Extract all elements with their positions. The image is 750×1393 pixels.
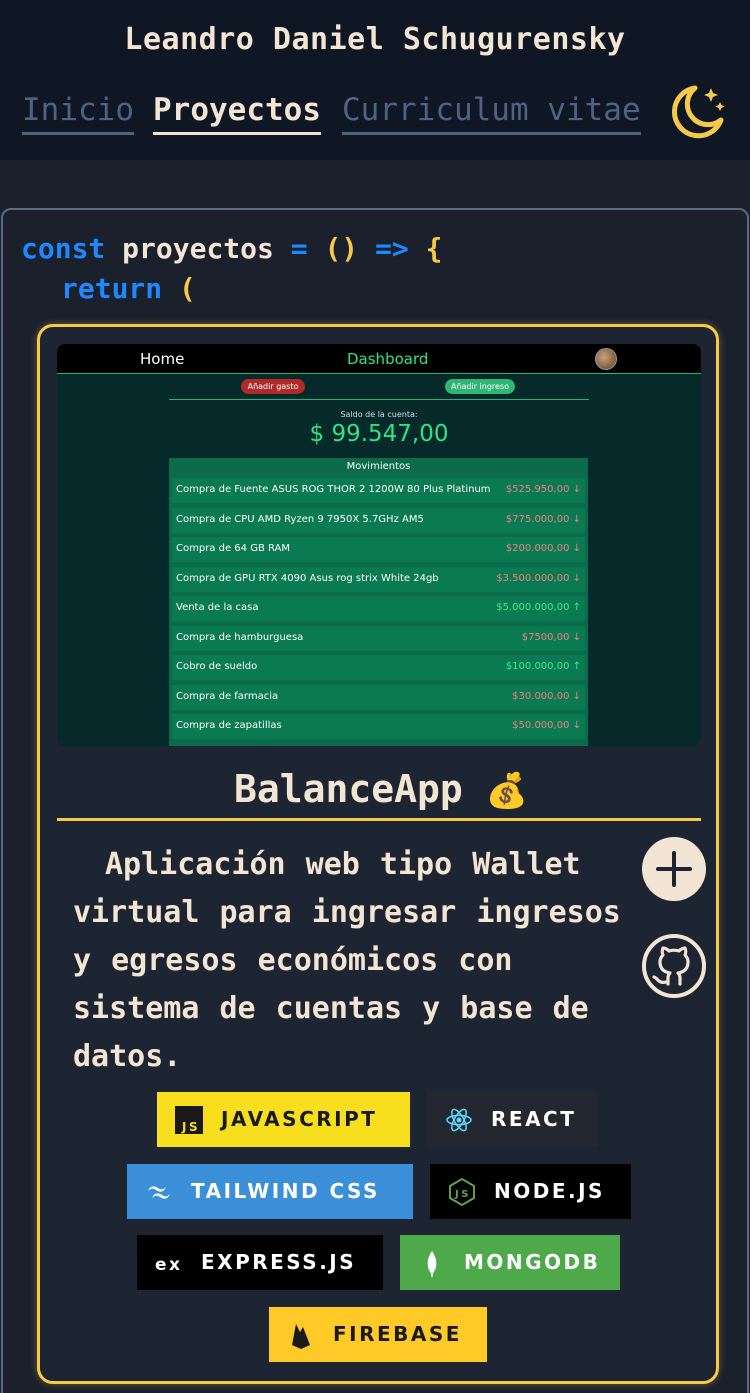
preview-nav-dashboard: Dashboard (347, 350, 429, 368)
express-icon: ex (155, 1255, 183, 1275)
javascript-icon: JS (175, 1106, 203, 1134)
mongodb-icon (427, 1251, 437, 1277)
movement-amount: $3.500.000,00 ↓ (496, 572, 581, 584)
movement-amount: $525.950,00 ↓ (505, 484, 581, 495)
money-bag-icon: 💰 (485, 771, 528, 811)
code-parens: () (324, 232, 359, 265)
tech-label: FIREBASE (333, 1322, 462, 1346)
list-item: Compra de Fuente ASUS ROG THOR 2 1200W 8… (172, 478, 585, 503)
svg-text:ex: ex (155, 1255, 183, 1275)
nav-inicio[interactable]: Inicio (22, 92, 134, 135)
tech-label: EXPRESS.JS (201, 1250, 357, 1274)
plus-icon (656, 851, 692, 887)
code-keyword-return: return (61, 272, 163, 305)
tech-label: REACT (491, 1107, 577, 1131)
movement-label: Compra de hamburguesa (176, 631, 304, 643)
list-item: Compra de CPU AMD Ryzen 9 7950X 5.7GHz A… (172, 507, 585, 533)
add-button[interactable] (642, 837, 706, 901)
list-item: Compra de farmacia $30.000,00 ↓ (172, 684, 585, 710)
movement-amount: $100.000,00 ↑ (505, 661, 581, 672)
movement-label: Compra de Fuente ASUS ROG THOR 2 1200W 8… (176, 484, 491, 495)
tech-badge-express: ex EXPRESS.JS (137, 1235, 383, 1290)
preview-navbar: Home Dashboard (57, 344, 701, 374)
preview-add-expense-button: Añadir gasto (241, 379, 305, 394)
project-divider (57, 818, 701, 821)
tech-badge-javascript: JS JAVASCRIPT (157, 1092, 410, 1147)
github-icon (652, 946, 690, 986)
list-item: Compra de GPU RTX 4090 Asus rog strix Wh… (172, 566, 585, 592)
tech-label: MONGODB (464, 1250, 601, 1274)
code-brace: { (425, 232, 443, 265)
code-identifier: proyectos (122, 232, 274, 265)
moon-stars-icon (672, 85, 725, 139)
tech-badge-mongodb: MONGODB (400, 1235, 620, 1290)
list-item: Venta de la casa $5.000.000,00 ↑ (172, 596, 585, 621)
preview-nav-home: Home (140, 350, 185, 368)
preview-balance-value: $ 99.547,00 (309, 421, 449, 447)
project-screenshot[interactable]: Home Dashboard Añadir gasto Añadir ingre… (57, 344, 701, 746)
tech-badge-nodejs: JS NODE.JS (430, 1164, 631, 1219)
code-keyword-const: const (21, 232, 106, 265)
movement-label: Venta de la casa (176, 602, 259, 613)
code-arrow: => (375, 232, 409, 265)
code-line-return: return ( (61, 272, 196, 305)
code-line-const: const proyectos = () => { (21, 232, 442, 265)
preview-avatar (595, 348, 617, 370)
movement-label: Compra de zapatillas (176, 720, 282, 731)
list-item: Compra de hamburguesa $7500,00 ↓ (172, 625, 585, 651)
movement-label: Cobro de sueldo (176, 661, 258, 672)
react-icon (446, 1108, 472, 1132)
movement-amount: $5.000.000,00 ↑ (496, 602, 581, 613)
tech-label: TAILWIND CSS (191, 1179, 380, 1203)
nav-curriculum[interactable]: Curriculum vitae (342, 92, 641, 135)
preview-add-income-button: Añadir ingreso (445, 379, 515, 394)
movement-amount: $775.000,00 ↓ (505, 513, 581, 525)
project-title-text: BalanceApp (233, 767, 463, 811)
list-item: Compra de 64 GB RAM $200.000,00 ↓ (172, 537, 585, 562)
nodejs-icon: JS (449, 1178, 475, 1206)
preview-movements-title: Movimientos (346, 461, 411, 472)
theme-toggle-button[interactable] (665, 82, 729, 142)
projects-panel: const proyectos = () => { return ( Home … (1, 208, 749, 1393)
movement-amount: $30.000,00 ↓ (512, 690, 581, 702)
code-open-paren: ( (179, 272, 196, 305)
github-link[interactable] (642, 934, 706, 998)
svg-text:JS: JS (181, 1120, 200, 1134)
preview-balance-label: Saldo de la cuenta: (340, 410, 418, 419)
tech-badge-react: REACT (427, 1092, 598, 1147)
tech-badge-tailwind: TAILWIND CSS (127, 1164, 413, 1219)
firebase-icon (292, 1324, 310, 1349)
code-operator-eq: = (290, 232, 308, 265)
tech-label: NODE.JS (494, 1179, 605, 1203)
movement-amount: $7500,00 ↓ (521, 631, 581, 643)
preview-divider (169, 399, 589, 400)
preview-movements-list: Movimientos Compra de Fuente ASUS ROG TH… (169, 458, 588, 746)
tech-badge-firebase: FIREBASE (269, 1307, 487, 1362)
movement-amount: $50.000,00 ↓ (512, 720, 581, 731)
movement-label: Compra de 64 GB RAM (176, 543, 290, 554)
tailwind-icon (148, 1186, 170, 1199)
nav-proyectos[interactable]: Proyectos (153, 92, 321, 135)
project-card: Home Dashboard Añadir gasto Añadir ingre… (37, 324, 719, 1384)
project-description: Aplicación web tipo Wallet virtual para … (73, 847, 621, 1074)
site-header: Leandro Daniel Schugurensky Inicio Proye… (0, 0, 750, 160)
list-item: Compra de zapatillas $50.000,00 ↓ (172, 714, 585, 739)
movement-amount: $200.000,00 ↓ (505, 543, 581, 554)
list-item: Cobro de sueldo $100.000,00 ↑ (172, 655, 585, 680)
project-title: BalanceApp 💰 (40, 767, 722, 811)
movement-label: Compra de CPU AMD Ryzen 9 7950X 5.7GHz A… (176, 513, 424, 525)
site-title: Leandro Daniel Schugurensky (124, 22, 626, 57)
movement-label: Compra de GPU RTX 4090 Asus rog strix Wh… (176, 572, 439, 584)
movement-label: Compra de farmacia (176, 690, 279, 702)
tech-label: JAVASCRIPT (221, 1107, 378, 1131)
svg-text:JS: JS (454, 1189, 471, 1200)
